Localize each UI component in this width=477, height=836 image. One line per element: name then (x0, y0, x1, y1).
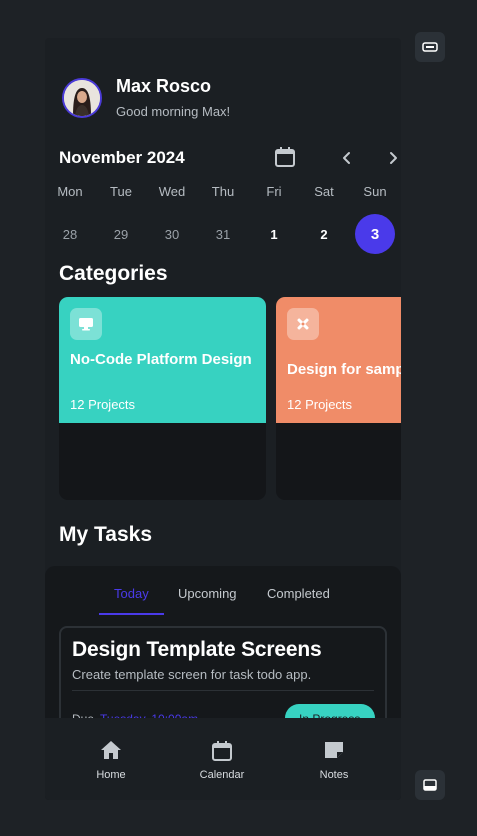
app-screen: Max Rosco Good morning Max! November 202… (45, 38, 401, 800)
day-name: Tue (110, 184, 132, 199)
day-date: 2 (320, 226, 328, 242)
day-date: 1 (270, 226, 278, 242)
day-name: Sun (363, 184, 387, 199)
toggle-toolbar-button[interactable] (415, 32, 445, 62)
task-title: Design Template Screens (72, 638, 322, 661)
tools-icon (287, 308, 319, 340)
nav-calendar[interactable]: Calendar (192, 740, 252, 781)
task-description: Create template screen for task todo app… (72, 667, 312, 682)
greeting-text: Good morning Max! (116, 104, 231, 119)
day-date: 28 (62, 226, 78, 242)
toolbar-icon (422, 42, 438, 52)
category-title: Design for samp (287, 361, 401, 378)
active-tab-indicator (99, 613, 164, 615)
category-title: No-Code Platform Design (70, 351, 252, 368)
categories-carousel[interactable]: No-Code Platform Design 12 Projects Desi… (59, 297, 401, 500)
day-cell[interactable]: Fri 1 (252, 184, 296, 254)
month-navigator: November 2024 (59, 146, 397, 172)
day-date: 30 (164, 226, 180, 242)
task-tabs: Today Upcoming Completed (45, 586, 401, 616)
category-count: 12 Projects (287, 397, 353, 412)
month-label: November 2024 (59, 148, 185, 167)
tab-today[interactable]: Today (114, 586, 149, 601)
category-card[interactable]: No-Code Platform Design 12 Projects (59, 297, 266, 500)
profile-header: Max Rosco Good morning Max! (62, 76, 230, 119)
day-name: Thu (211, 184, 235, 199)
day-name: Fri (266, 184, 282, 199)
notes-icon (325, 742, 343, 758)
bottom-navigation: Home Calendar Notes (45, 718, 401, 800)
day-date: 29 (113, 226, 129, 242)
day-cell[interactable]: Sat 2 (302, 184, 346, 254)
category-card[interactable]: Design for samp 12 Projects (276, 297, 401, 500)
day-name: Wed (158, 184, 186, 199)
nav-label: Notes (319, 769, 349, 781)
nav-label: Calendar (199, 769, 245, 781)
day-cell[interactable]: Thu 31 (201, 184, 245, 254)
day-cell[interactable]: Tue 29 (99, 184, 143, 254)
day-date-selected: 3 (355, 214, 395, 254)
nav-label: Home (96, 769, 126, 781)
day-cell[interactable]: Wed 30 (150, 184, 194, 254)
toggle-panel-button[interactable] (415, 770, 445, 800)
tab-upcoming[interactable]: Upcoming (178, 586, 237, 601)
nav-notes[interactable]: Notes (304, 740, 364, 781)
avatar-image-icon (64, 79, 100, 116)
nav-home[interactable]: Home (81, 740, 141, 781)
home-icon (101, 741, 121, 759)
calendar-icon (212, 741, 232, 761)
day-name: Sat (314, 184, 334, 199)
day-date: 31 (215, 226, 231, 242)
avatar[interactable] (62, 77, 102, 118)
panel-icon (423, 779, 437, 791)
day-cell[interactable]: Mon 28 (48, 184, 92, 254)
day-name: Mon (57, 184, 83, 199)
day-cell-selected[interactable]: Sun 3 (353, 184, 397, 254)
task-divider (72, 690, 374, 691)
user-name: Max Rosco (116, 76, 212, 96)
category-count: 12 Projects (70, 397, 136, 412)
chevron-right-icon[interactable] (383, 148, 401, 168)
calendar-icon[interactable] (274, 146, 296, 168)
chevron-left-icon[interactable] (337, 148, 357, 168)
categories-title: Categories (59, 262, 168, 285)
monitor-icon (70, 308, 102, 340)
my-tasks-title: My Tasks (59, 523, 152, 546)
tab-completed[interactable]: Completed (267, 586, 330, 601)
